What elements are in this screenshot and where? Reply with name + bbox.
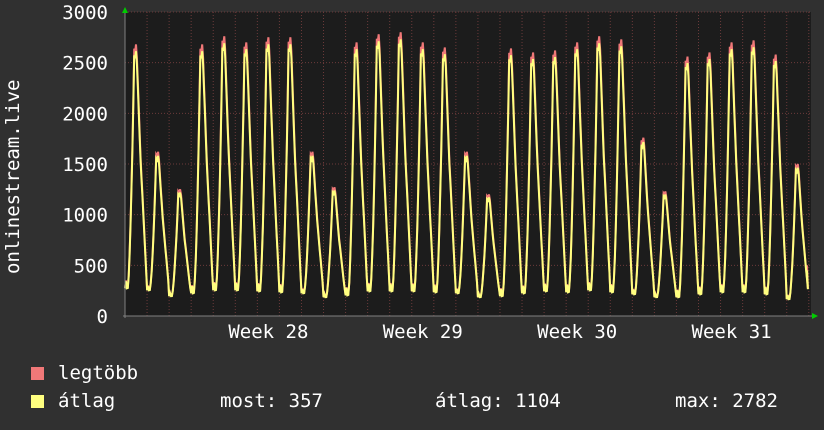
- stat-maximum: max: 2782: [675, 390, 778, 412]
- stat-average: átlag: 1104: [435, 390, 561, 412]
- y-tick-label: 1000: [62, 205, 108, 227]
- x-tick-label: Week 30: [537, 321, 617, 343]
- y-tick-label: 2000: [62, 103, 108, 125]
- x-tick-label: Week 31: [692, 321, 772, 343]
- y-tick-label: 500: [74, 255, 108, 277]
- y-tick-label: 3000: [62, 2, 108, 24]
- y-tick-label: 0: [97, 306, 108, 328]
- y-ticks: 0 500 1000 1500 2000 2500 3000: [62, 2, 108, 328]
- stat-current: most: 357: [220, 390, 323, 412]
- legend-label-avg: átlag: [58, 390, 116, 412]
- x-ticks: Week 28 Week 29 Week 30 Week 31: [228, 321, 771, 343]
- x-tick-label: Week 29: [383, 321, 463, 343]
- x-axis-arrow-icon: [812, 313, 818, 319]
- y-tick-label: 2500: [62, 53, 108, 75]
- legend-swatch-max: [31, 367, 44, 380]
- legend-swatch-avg: [31, 395, 44, 408]
- y-axis-label: onlinestream.live: [2, 80, 24, 274]
- x-tick-label: Week 28: [228, 321, 308, 343]
- y-axis-arrow-icon: [122, 7, 128, 13]
- legend-label-max: legtöbb: [58, 362, 139, 384]
- y-tick-label: 1500: [62, 154, 108, 176]
